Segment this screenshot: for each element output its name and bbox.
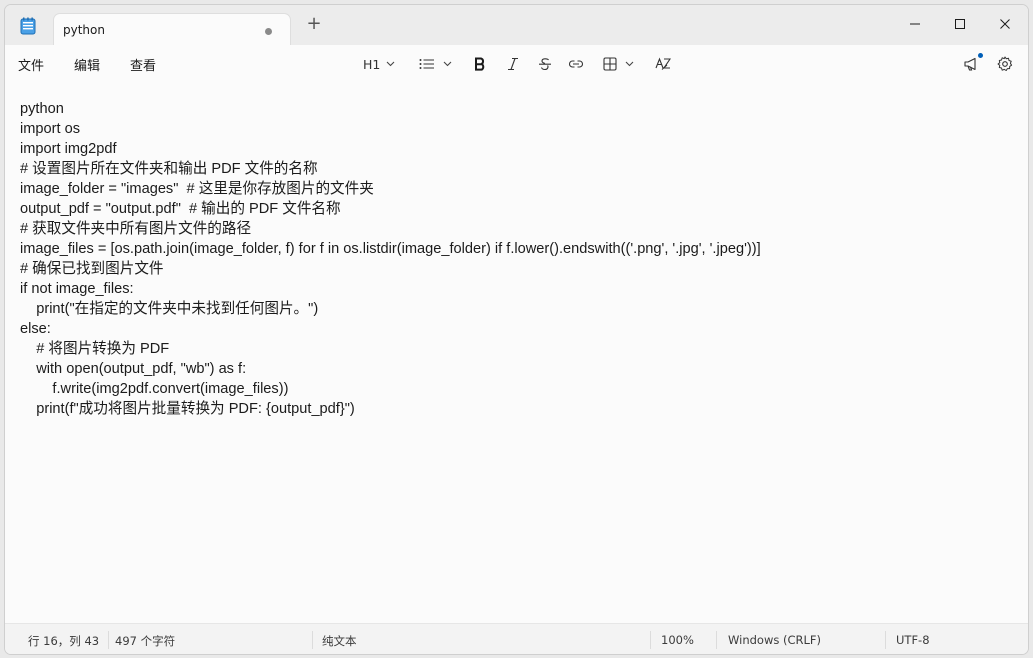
editor-line: python <box>20 101 64 117</box>
editor-line: print(f"成功将图片批量转换为 PDF: {output_pdf}") <box>20 401 355 417</box>
editor-line: image_folder = "images" # 这里是你存放图片的文件夹 <box>20 181 374 197</box>
chevron-down-icon <box>386 61 395 67</box>
tab-python[interactable]: python <box>53 13 291 47</box>
notepad-window: python + 文件 编辑 查看 H1 python import os im… <box>4 4 1029 655</box>
status-divider <box>716 631 717 649</box>
spellcheck-icon <box>655 57 671 70</box>
minimize-icon <box>910 23 920 25</box>
editor-content[interactable]: python import os import img2pdf # 设置图片所在… <box>20 99 1010 419</box>
maximize-icon <box>955 19 965 29</box>
chevron-down-icon <box>625 61 634 67</box>
heading-label: H1 <box>363 56 381 72</box>
minimize-button[interactable] <box>900 10 930 36</box>
editor-line: output_pdf = "output.pdf" # 输出的 PDF 文件名称 <box>20 201 341 217</box>
status-divider <box>312 631 313 649</box>
title-bar[interactable]: python + <box>5 5 1028 47</box>
table-icon <box>603 57 617 71</box>
notepad-app-icon <box>19 17 37 35</box>
text-format[interactable]: 纯文本 <box>322 633 357 649</box>
table-dropdown[interactable] <box>603 53 634 75</box>
tab-title: python <box>63 23 105 37</box>
unsaved-indicator-icon[interactable] <box>265 28 272 35</box>
whats-new-button[interactable] <box>963 53 983 75</box>
link-button[interactable] <box>568 53 584 75</box>
chevron-down-icon <box>443 61 452 67</box>
settings-button[interactable] <box>997 53 1013 75</box>
editor-line: # 获取文件夹中所有图片文件的路径 <box>20 221 252 237</box>
line-ending[interactable]: Windows (CRLF) <box>728 633 821 647</box>
close-button[interactable] <box>990 10 1020 36</box>
heading-dropdown[interactable]: H1 <box>363 53 395 75</box>
strikethrough-button[interactable] <box>538 53 552 75</box>
list-dropdown[interactable] <box>419 53 452 75</box>
editor-line: # 确保已找到图片文件 <box>20 261 164 277</box>
editor-line: else: <box>20 321 51 337</box>
menu-view[interactable]: 查看 <box>130 55 156 74</box>
spellcheck-button[interactable] <box>655 53 671 75</box>
settings-icon <box>997 56 1013 71</box>
maximize-button[interactable] <box>945 10 975 36</box>
editor-line: import img2pdf <box>20 141 117 157</box>
strikethrough-icon <box>539 58 551 71</box>
editor-line: # 设置图片所在文件夹和输出 PDF 文件的名称 <box>20 161 318 177</box>
editor-line: with open(output_pdf, "wb") as f: <box>20 361 247 377</box>
bold-icon <box>475 57 485 71</box>
menu-file[interactable]: 文件 <box>18 55 44 74</box>
status-divider <box>650 631 651 649</box>
encoding[interactable]: UTF-8 <box>896 633 930 647</box>
italic-icon <box>508 57 518 71</box>
editor-line: import os <box>20 121 81 137</box>
editor-line: f.write(img2pdf.convert(image_files)) <box>20 381 289 397</box>
menu-toolbar: 文件 编辑 查看 H1 <box>5 45 1028 83</box>
whats-new-icon <box>964 57 976 71</box>
character-count: 497 个字符 <box>115 634 176 648</box>
new-tab-button[interactable]: + <box>305 15 323 33</box>
bold-button[interactable] <box>473 53 487 75</box>
editor-line: print("在指定的文件夹中未找到任何图片。") <box>20 301 319 317</box>
link-icon <box>569 60 583 68</box>
close-icon <box>1000 19 1010 29</box>
editor-line: if not image_files: <box>20 281 134 297</box>
status-bar: 行 16，列 43 497 个字符 纯文本 100% Windows (CRLF… <box>5 623 1028 654</box>
text-editor[interactable]: python import os import img2pdf # 设置图片所在… <box>5 83 1028 623</box>
editor-line: # 将图片转换为 PDF <box>20 341 170 357</box>
italic-button[interactable] <box>506 53 520 75</box>
notification-dot-icon <box>978 53 983 58</box>
zoom-level[interactable]: 100% <box>661 633 694 647</box>
editor-line: image_files = [os.path.join(image_folder… <box>20 241 761 257</box>
status-divider <box>885 631 886 649</box>
menu-edit[interactable]: 编辑 <box>74 55 100 74</box>
cursor-position[interactable]: 行 16，列 43 <box>28 633 99 649</box>
status-divider <box>108 631 109 649</box>
list-icon <box>419 59 434 69</box>
